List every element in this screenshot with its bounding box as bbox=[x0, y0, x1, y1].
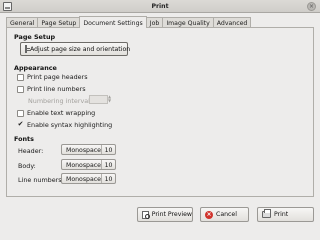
appearance-heading: Appearance bbox=[14, 64, 57, 72]
header-font-button[interactable]: Monospace 10 bbox=[61, 144, 116, 155]
font-name: Monospace bbox=[62, 160, 102, 169]
header-font-label: Header: bbox=[18, 147, 44, 155]
enable-syntax-highlighting-label: Enable syntax highlighting bbox=[27, 121, 113, 129]
print-button[interactable]: Print bbox=[257, 207, 314, 222]
body-font-button[interactable]: Monospace 10 bbox=[61, 159, 116, 170]
enable-text-wrapping-label: Enable text wrapping bbox=[27, 109, 96, 117]
cancel-icon: × bbox=[205, 210, 213, 219]
numbering-interval-label: Numbering interval: bbox=[28, 97, 93, 105]
cancel-button[interactable]: × Cancel bbox=[200, 207, 249, 222]
printer-icon bbox=[262, 209, 271, 218]
enable-text-wrapping-checkbox[interactable]: Enable text wrapping bbox=[17, 109, 95, 117]
adjust-page-size-label: Adjust page size and orientation bbox=[30, 45, 131, 53]
print-preview-icon bbox=[142, 210, 150, 219]
close-icon[interactable]: × bbox=[307, 2, 316, 11]
font-size: 10 bbox=[104, 147, 113, 154]
window-title: Print bbox=[151, 3, 169, 10]
print-page-headers-checkbox[interactable]: Print page headers bbox=[17, 73, 88, 81]
font-size: 10 bbox=[104, 162, 113, 169]
checkbox-box bbox=[17, 109, 24, 117]
page-setup-heading: Page Setup bbox=[14, 33, 56, 41]
enable-syntax-highlighting-checkbox[interactable]: ✔ Enable syntax highlighting bbox=[17, 119, 113, 129]
print-page-headers-label: Print page headers bbox=[27, 73, 88, 81]
print-preview-button[interactable]: Print Preview bbox=[137, 207, 193, 222]
font-size: 10 bbox=[104, 176, 113, 183]
cancel-label: Cancel bbox=[216, 211, 237, 218]
tab-document-settings[interactable]: Document Settings bbox=[79, 16, 147, 28]
title-bar: Print × bbox=[0, 0, 320, 13]
checkbox-box bbox=[17, 73, 24, 81]
font-name: Monospace bbox=[62, 174, 102, 183]
print-preview-label: Print Preview bbox=[151, 211, 192, 218]
checkbox-box bbox=[17, 85, 24, 93]
print-line-numbers-checkbox[interactable]: Print line numbers bbox=[17, 85, 86, 93]
line-numbers-font-button[interactable]: Monospace 10 bbox=[61, 173, 116, 184]
print-line-numbers-label: Print line numbers bbox=[27, 85, 86, 93]
line-numbers-font-label: Line numbers: bbox=[18, 176, 64, 184]
numbering-interval-input[interactable] bbox=[89, 95, 108, 104]
adjust-page-size-button[interactable]: Adjust page size and orientation bbox=[20, 42, 131, 56]
page-setup-icon bbox=[25, 45, 30, 53]
font-name: Monospace bbox=[62, 145, 102, 154]
print-label: Print bbox=[274, 211, 289, 218]
checkmark-icon: ✔ bbox=[17, 119, 24, 128]
fonts-heading: Fonts bbox=[14, 135, 34, 143]
body-font-label: Body: bbox=[18, 162, 36, 170]
spin-arrows-icon[interactable]: ▲ ▼ bbox=[108, 95, 113, 104]
